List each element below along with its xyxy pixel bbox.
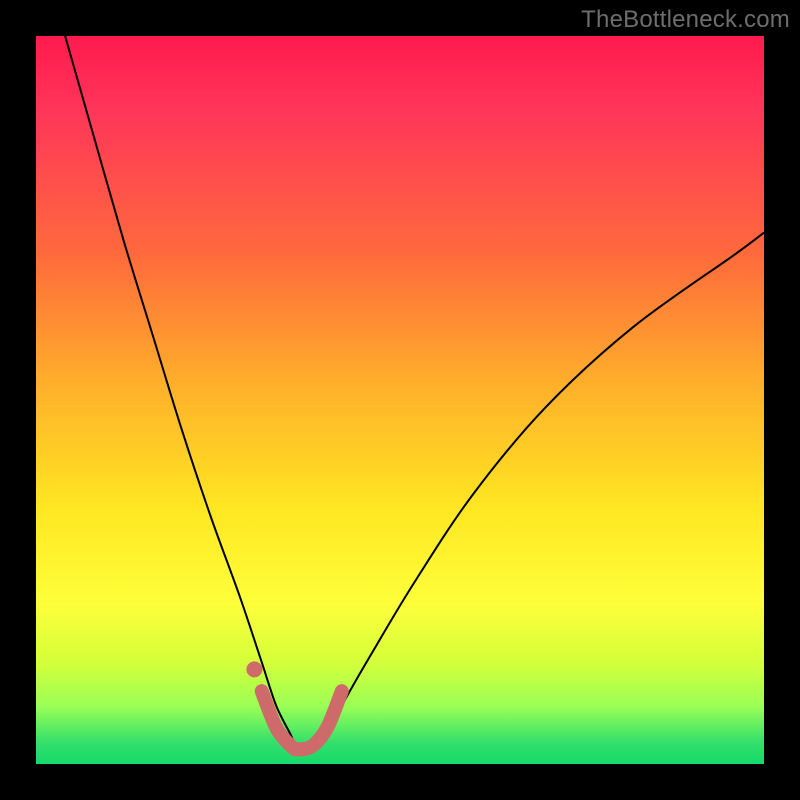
plot-area xyxy=(36,36,764,764)
watermark-text: TheBottleneck.com xyxy=(581,6,790,34)
highlight-dot xyxy=(246,661,262,677)
chart-frame: TheBottleneck.com xyxy=(0,0,800,800)
curve-svg xyxy=(36,36,764,764)
bottleneck-curve xyxy=(65,36,764,751)
